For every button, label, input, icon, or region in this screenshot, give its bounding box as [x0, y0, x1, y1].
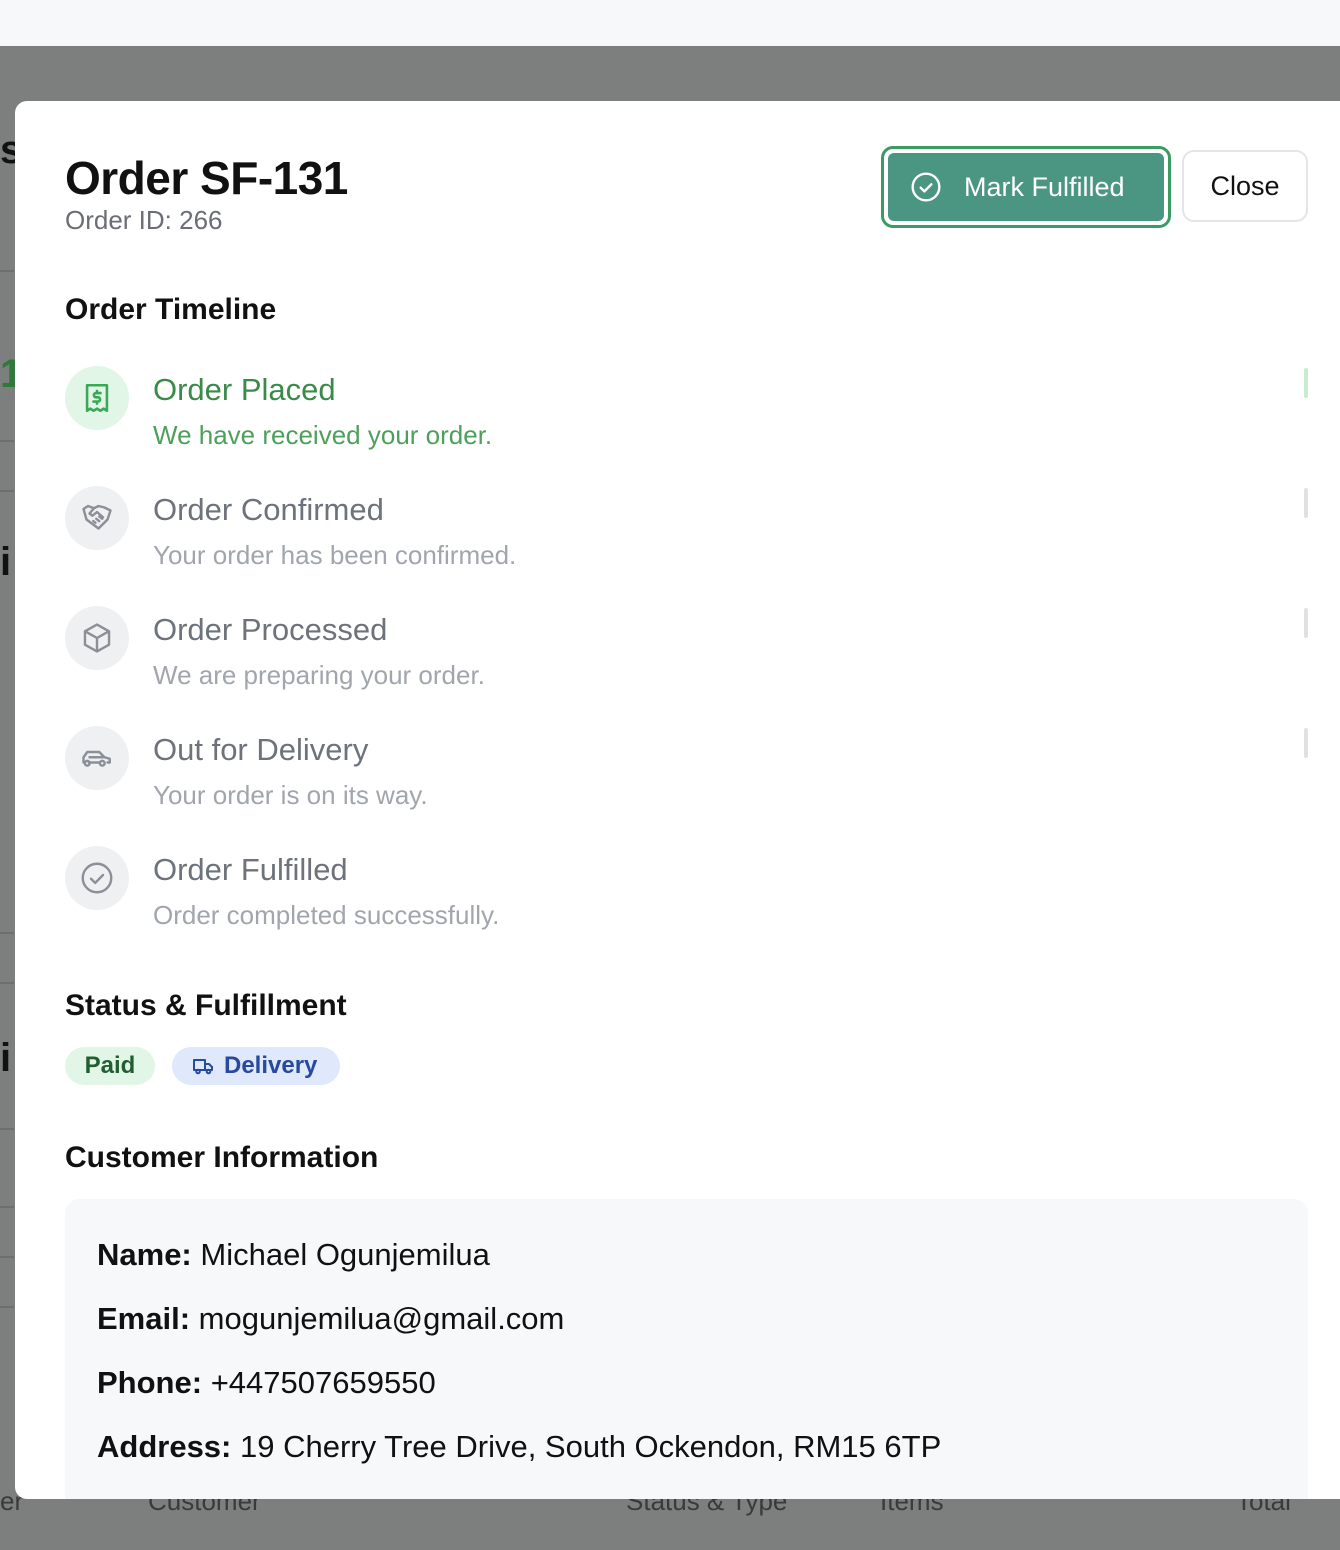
- step-progress-bar: [1304, 488, 1308, 518]
- customer-info-card: Name: Michael Ogunjemilua Email: mogunje…: [65, 1199, 1308, 1499]
- box-icon: [83, 623, 111, 653]
- mark-fulfilled-button[interactable]: Mark Fulfilled: [881, 146, 1171, 228]
- step-title: Order Fulfilled: [153, 852, 348, 887]
- step-description: We have received your order.: [153, 420, 493, 450]
- step-progress-bar: [1304, 608, 1308, 638]
- fulfillment-type-badge: Delivery: [172, 1047, 340, 1085]
- customer-address: 19 Cherry Tree Drive, South Ockendon, RM…: [240, 1429, 942, 1464]
- customer-email-row: Email: mogunjemilua@gmail.com: [97, 1301, 564, 1337]
- timeline-step-icon-wrap: [65, 606, 129, 670]
- timeline-step-order-processed: Order Processed We are preparing your or…: [65, 606, 1308, 696]
- page-title: Order SF-131: [65, 152, 348, 204]
- check-circle-icon: [911, 172, 941, 202]
- customer-email: mogunjemilua@gmail.com: [198, 1301, 565, 1336]
- step-title: Out for Delivery: [153, 732, 369, 767]
- customer-address-label: Address:: [97, 1429, 232, 1464]
- receipt-icon: [85, 383, 109, 413]
- timeline-step-order-fulfilled: Order Fulfilled Order completed successf…: [65, 846, 1308, 936]
- payment-status-badge: Paid: [65, 1047, 155, 1085]
- customer-name-row: Name: Michael Ogunjemilua: [97, 1237, 490, 1273]
- timeline-step-icon-wrap: [65, 846, 129, 910]
- close-button[interactable]: Close: [1182, 150, 1308, 222]
- handshake-icon: [82, 504, 112, 530]
- customer-name: Michael Ogunjemilua: [200, 1237, 490, 1272]
- timeline-step-icon-wrap: [65, 726, 129, 790]
- truck-icon: [193, 1059, 213, 1075]
- step-title: Order Placed: [153, 372, 336, 407]
- customer-address-row: Address: 19 Cherry Tree Drive, South Ock…: [97, 1429, 941, 1465]
- step-title: Order Confirmed: [153, 492, 384, 527]
- car-icon: [82, 750, 111, 767]
- step-title: Order Processed: [153, 612, 388, 647]
- customer-email-label: Email:: [97, 1301, 191, 1336]
- order-id-label: Order ID: 266: [65, 205, 223, 235]
- timeline-step-icon-wrap: [65, 486, 129, 550]
- customer-heading: Customer Information: [65, 1141, 379, 1174]
- app-top-bar: [0, 0, 1340, 46]
- check-circle-icon: [81, 862, 113, 894]
- timeline-step-order-placed: Order Placed We have received your order…: [65, 366, 1308, 456]
- order-detail-modal: Order SF-131 Order ID: 266 Mark Fulfille…: [15, 101, 1340, 1499]
- step-description: Your order is on its way.: [153, 780, 428, 810]
- step-description: Order completed successfully.: [153, 900, 500, 930]
- customer-phone-label: Phone:: [97, 1365, 203, 1400]
- step-progress-bar: [1304, 368, 1308, 398]
- step-progress-bar: [1304, 728, 1308, 758]
- customer-phone-row: Phone: +447507659550: [97, 1365, 436, 1401]
- timeline-step-order-confirmed: Order Confirmed Your order has been conf…: [65, 486, 1308, 576]
- timeline-heading: Order Timeline: [65, 293, 277, 326]
- mark-fulfilled-label: Mark Fulfilled: [964, 171, 1125, 202]
- status-heading: Status & Fulfillment: [65, 989, 347, 1022]
- step-description: Your order has been confirmed.: [153, 540, 517, 570]
- fulfillment-type-label: Delivery: [224, 1052, 318, 1079]
- customer-phone: +447507659550: [210, 1365, 436, 1400]
- timeline-step-out-for-delivery: Out for Delivery Your order is on its wa…: [65, 726, 1308, 816]
- step-description: We are preparing your order.: [153, 660, 485, 690]
- timeline-step-icon-wrap: [65, 366, 129, 430]
- customer-name-label: Name:: [97, 1237, 192, 1272]
